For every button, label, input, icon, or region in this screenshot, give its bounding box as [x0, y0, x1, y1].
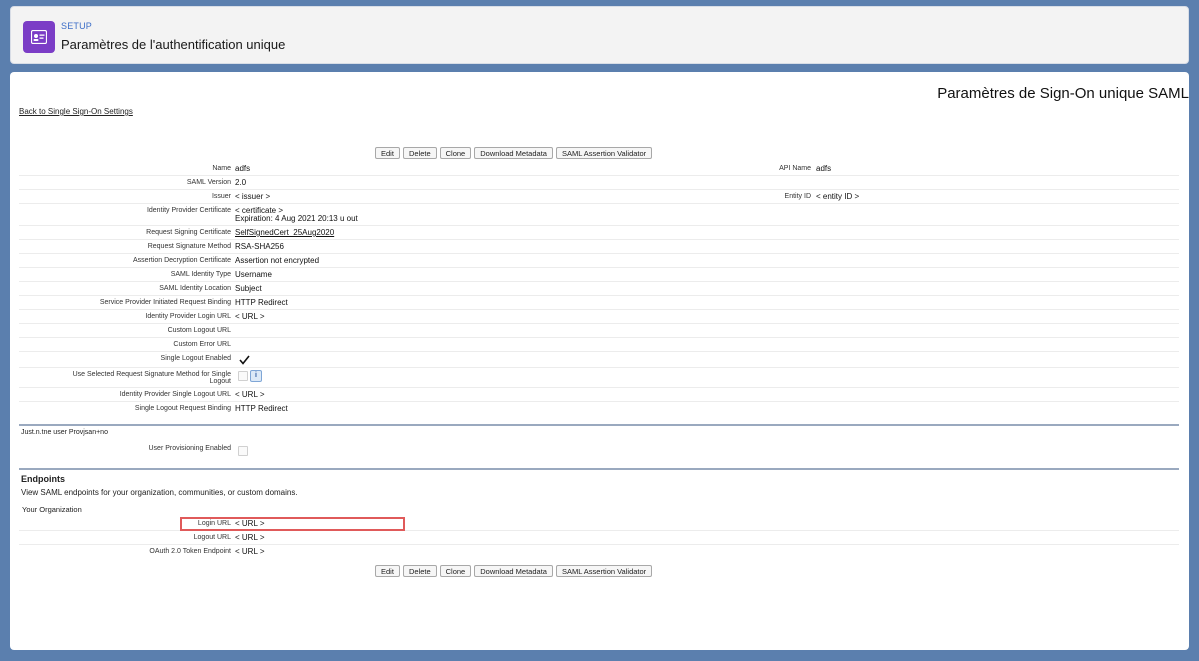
detail-row-custom-logout-url: Custom Logout URL — [19, 324, 1179, 338]
issuer-value: < issuer > — [235, 192, 271, 201]
endpoints-title: Endpoints — [21, 474, 65, 484]
request-signature-method-label: Request Signature Method — [147, 243, 231, 250]
issuer-label: Issuer — [211, 193, 231, 200]
detail-row-idp-login-url: Identity Provider Login URL < URL > — [19, 310, 1179, 324]
oauth-token-endpoint-label: OAuth 2.0 Token Endpoint — [149, 548, 231, 555]
saml-assertion-validator-button[interactable]: SAML Assertion Validator — [555, 147, 653, 159]
download-metadata-button[interactable]: Download Metadata — [474, 147, 553, 159]
detail-row-saml-identity-type: SAML Identity Type Username — [19, 268, 1179, 282]
edit-button-bottom[interactable]: Edit — [375, 565, 400, 577]
detail-row-idp-certificate: Identity Provider Certificate < certific… — [19, 204, 1179, 226]
your-organization-label: Your Organization — [22, 505, 82, 514]
saml-settings-heading: Paramètres de Sign-On unique SAML — [937, 85, 1189, 102]
detail-row-use-selected-signature: Use Selected Request Signature Method fo… — [19, 368, 1179, 388]
endpoint-row-logout-url: Logout URL < URL > — [19, 531, 1179, 545]
idp-single-logout-url-label: Identity Provider Single Logout URL — [119, 391, 231, 398]
use-selected-signature-checkbox — [238, 371, 248, 381]
use-selected-signature-label: Use Selected Request Signature Method fo… — [72, 371, 231, 378]
single-logout-binding-value: HTTP Redirect — [235, 404, 288, 413]
idp-certificate-expiration: Expiration: 4 Aug 2021 20:13 u out — [235, 214, 358, 223]
request-signing-cert-label: Request Signing Certificate — [146, 229, 231, 236]
info-icon[interactable]: i — [250, 370, 262, 382]
name-label: Name — [212, 165, 231, 172]
back-to-sso-settings-link[interactable]: Back to Single Sign-On Settings — [19, 107, 133, 116]
detail-row-idp-single-logout-url: Identity Provider Single Logout URL < UR… — [19, 388, 1179, 402]
logout-url-value: < URL > — [235, 533, 265, 542]
entity-id-value: < entity ID > — [816, 192, 860, 201]
section-divider-endpoints — [19, 468, 1179, 470]
custom-logout-url-label: Custom Logout URL — [167, 327, 231, 334]
setup-header: SETUP Paramètres de l'authentification u… — [10, 6, 1189, 64]
page-title: Paramètres de l'authentification unique — [61, 37, 286, 52]
login-url-highlight — [180, 517, 405, 531]
sp-request-binding-value: HTTP Redirect — [235, 298, 288, 307]
detail-row-user-provisioning: User Provisioning Enabled — [19, 442, 1179, 458]
detail-row-single-logout-enabled: Single Logout Enabled — [19, 352, 1179, 368]
delete-button-bottom[interactable]: Delete — [402, 565, 437, 577]
setup-app-icon — [23, 21, 55, 53]
idp-certificate-label: Identity Provider Certificate — [146, 207, 231, 214]
detail-row-sp-request-binding: Service Provider Initiated Request Bindi… — [19, 296, 1179, 310]
custom-error-url-label: Custom Error URL — [173, 341, 231, 348]
detail-row-name: Name adfs API Name adfs — [19, 162, 1179, 176]
user-provisioning-label: User Provisioning Enabled — [148, 445, 232, 452]
saml-identity-type-value: Username — [235, 270, 272, 279]
download-metadata-button-bottom[interactable]: Download Metadata — [474, 565, 553, 577]
top-button-bar: Edit Delete Clone Download Metadata SAML… — [10, 147, 1189, 161]
detail-row-saml-identity-location: SAML Identity Location Subject — [19, 282, 1179, 296]
detail-row-custom-error-url: Custom Error URL — [19, 338, 1179, 352]
assertion-decryption-label: Assertion Decryption Certificate — [132, 257, 231, 264]
saml-identity-location-value: Subject — [235, 284, 262, 293]
section-divider — [19, 424, 1179, 426]
idp-login-url-value: < URL > — [235, 312, 265, 321]
saml-version-value: 2.0 — [235, 178, 247, 187]
entity-id-label: Entity ID — [784, 193, 811, 200]
saml-identity-type-label: SAML Identity Type — [170, 271, 231, 278]
logout-url-label: Logout URL — [193, 534, 231, 541]
clone-button[interactable]: Clone — [439, 147, 472, 159]
request-signing-cert-link[interactable]: SelfSignedCert_25Aug2020 — [235, 228, 334, 237]
single-logout-enabled-label: Single Logout Enabled — [160, 355, 231, 362]
idp-single-logout-url-value: < URL > — [235, 390, 265, 399]
main-panel: Paramètres de Sign-On unique SAML Back t… — [10, 72, 1189, 650]
saml-assertion-validator-button-bottom[interactable]: SAML Assertion Validator — [555, 565, 653, 577]
name-value: adfs — [235, 164, 251, 173]
sp-request-binding-label: Service Provider Initiated Request Bindi… — [99, 299, 231, 306]
id-card-icon — [31, 30, 47, 44]
use-selected-signature-label-line2: Logout — [209, 378, 231, 385]
jit-section-title: Just.n.tne user Provjsan+no — [21, 429, 108, 436]
clone-button-bottom[interactable]: Clone — [439, 565, 472, 577]
user-provisioning-checkbox — [238, 446, 248, 456]
request-signature-method-value: RSA-SHA256 — [235, 242, 284, 251]
detail-row-issuer: Issuer < issuer > Entity ID < entity ID … — [19, 190, 1179, 204]
api-name-label: API Name — [779, 165, 811, 172]
detail-row-saml-version: SAML Version 2.0 — [19, 176, 1179, 190]
oauth-token-endpoint-value: < URL > — [235, 547, 265, 556]
endpoint-row-oauth-token: OAuth 2.0 Token Endpoint < URL > — [19, 545, 1179, 559]
saml-version-label: SAML Version — [186, 179, 231, 186]
checkmark-icon — [239, 355, 250, 365]
detail-row-request-signature-method: Request Signature Method RSA-SHA256 — [19, 240, 1179, 254]
api-name-value: adfs — [816, 164, 832, 173]
assertion-decryption-value: Assertion not encrypted — [235, 256, 320, 265]
saml-identity-location-label: SAML Identity Location — [159, 285, 231, 292]
delete-button[interactable]: Delete — [402, 147, 437, 159]
detail-row-assertion-decryption: Assertion Decryption Certificate Asserti… — [19, 254, 1179, 268]
setup-label: SETUP — [61, 21, 93, 31]
idp-login-url-label: Identity Provider Login URL — [145, 313, 231, 320]
single-logout-binding-label: Single Logout Request Binding — [134, 405, 231, 412]
endpoints-description: View SAML endpoints for your organizatio… — [21, 488, 298, 497]
detail-row-request-signing-cert: Request Signing Certificate SelfSignedCe… — [19, 226, 1179, 240]
bottom-button-bar: Edit Delete Clone Download Metadata SAML… — [10, 565, 1189, 579]
detail-row-single-logout-binding: Single Logout Request Binding HTTP Redir… — [19, 402, 1179, 416]
edit-button[interactable]: Edit — [375, 147, 400, 159]
